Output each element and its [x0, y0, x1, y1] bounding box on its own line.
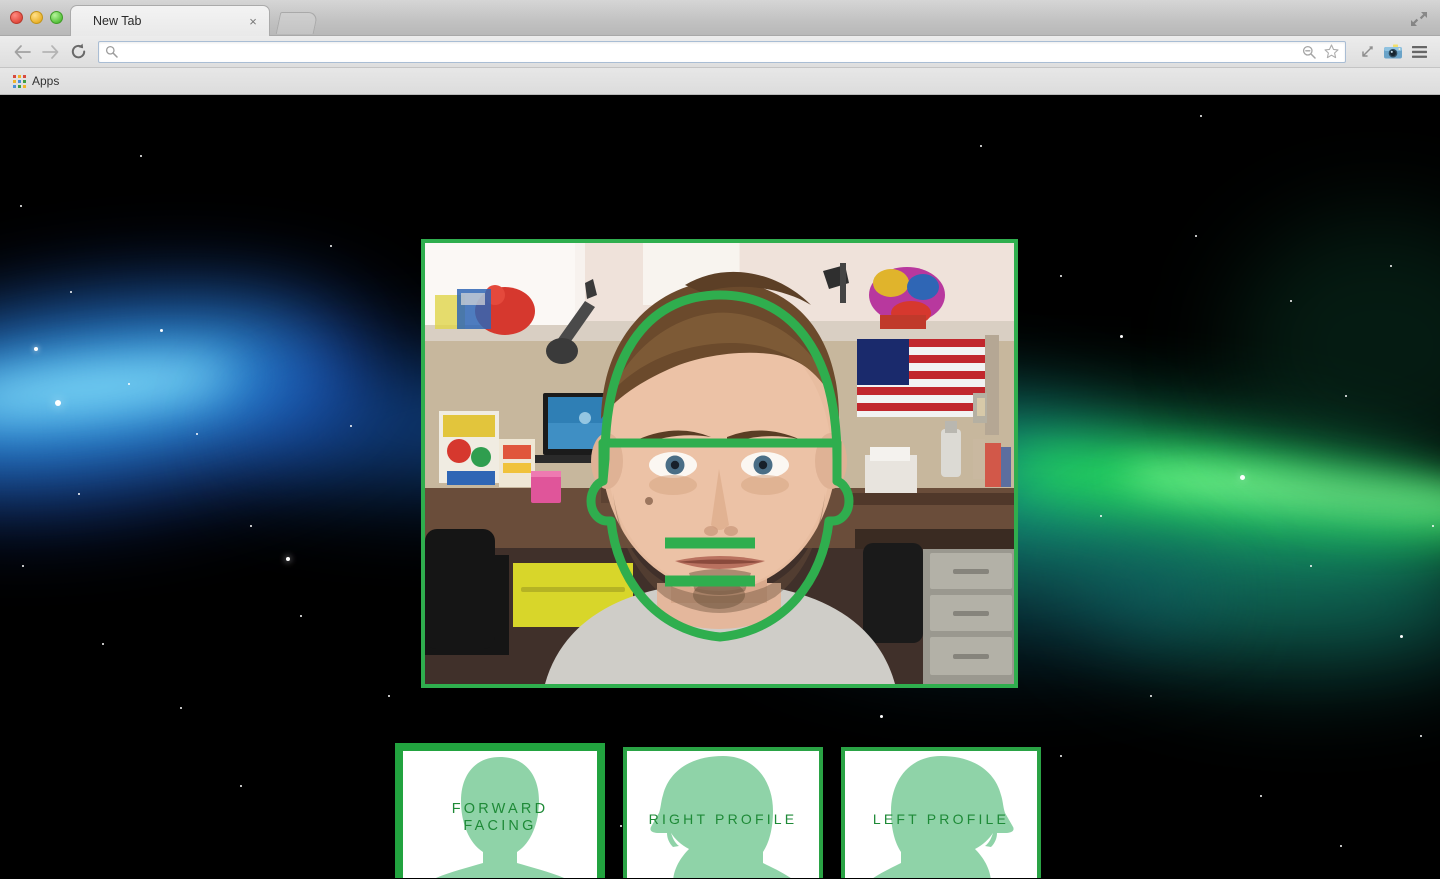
camera-extension-icon[interactable]	[1380, 39, 1406, 65]
navigation-toolbar	[0, 36, 1440, 68]
zoom-window-button[interactable]	[50, 11, 63, 24]
forward-arrow-icon	[41, 44, 58, 59]
pose-card-right-profile-label: RIGHT PROFILE	[648, 811, 798, 827]
address-input[interactable]	[123, 42, 1299, 61]
page-content: FORWARD FACING RIGHT PROFILE LEFT PROFIL…	[0, 95, 1440, 878]
bookmark-star-icon[interactable]	[1321, 42, 1341, 62]
window-controls	[10, 11, 63, 24]
bookmark-apps[interactable]: Apps	[8, 72, 64, 90]
browser-tab[interactable]: New Tab ×	[70, 5, 270, 36]
minimize-window-button[interactable]	[30, 11, 43, 24]
pose-card-forward-facing-label: FORWARD FACING	[451, 801, 549, 834]
tab-strip: New Tab ×	[0, 0, 1440, 36]
diagonal-arrow-icon[interactable]	[1354, 39, 1380, 65]
forward-button[interactable]	[36, 39, 64, 65]
maximize-icon[interactable]	[1408, 9, 1430, 29]
bookmark-apps-label: Apps	[32, 74, 60, 88]
close-tab-icon[interactable]: ×	[245, 13, 261, 29]
address-bar[interactable]	[98, 40, 1346, 63]
browser-window: New Tab × Apps FORWARD FACING RIGHT PROF…	[0, 0, 1440, 879]
bookmarks-bar: Apps	[0, 68, 1440, 95]
chrome-menu-icon[interactable]	[1406, 39, 1432, 65]
pose-card-list: FORWARD FACING RIGHT PROFILE LEFT PROFIL…	[395, 743, 1041, 878]
apps-grid-icon	[13, 74, 26, 88]
pose-card-forward-facing[interactable]: FORWARD FACING	[395, 743, 605, 878]
pose-card-left-profile[interactable]: LEFT PROFILE	[841, 747, 1041, 878]
tab-title: New Tab	[93, 14, 142, 28]
pose-card-left-profile-label: LEFT PROFILE	[872, 811, 1010, 827]
reload-icon	[71, 43, 85, 59]
back-arrow-icon	[14, 44, 31, 59]
webcam-preview[interactable]	[421, 239, 1018, 688]
close-window-button[interactable]	[10, 11, 23, 24]
webcam-video-feed	[425, 243, 1014, 684]
zoom-out-icon[interactable]	[1299, 42, 1319, 62]
reload-button[interactable]	[64, 39, 92, 65]
new-tab-button[interactable]	[275, 12, 319, 34]
back-button[interactable]	[8, 39, 36, 65]
pose-card-right-profile[interactable]: RIGHT PROFILE	[623, 747, 823, 878]
search-icon	[105, 45, 118, 58]
